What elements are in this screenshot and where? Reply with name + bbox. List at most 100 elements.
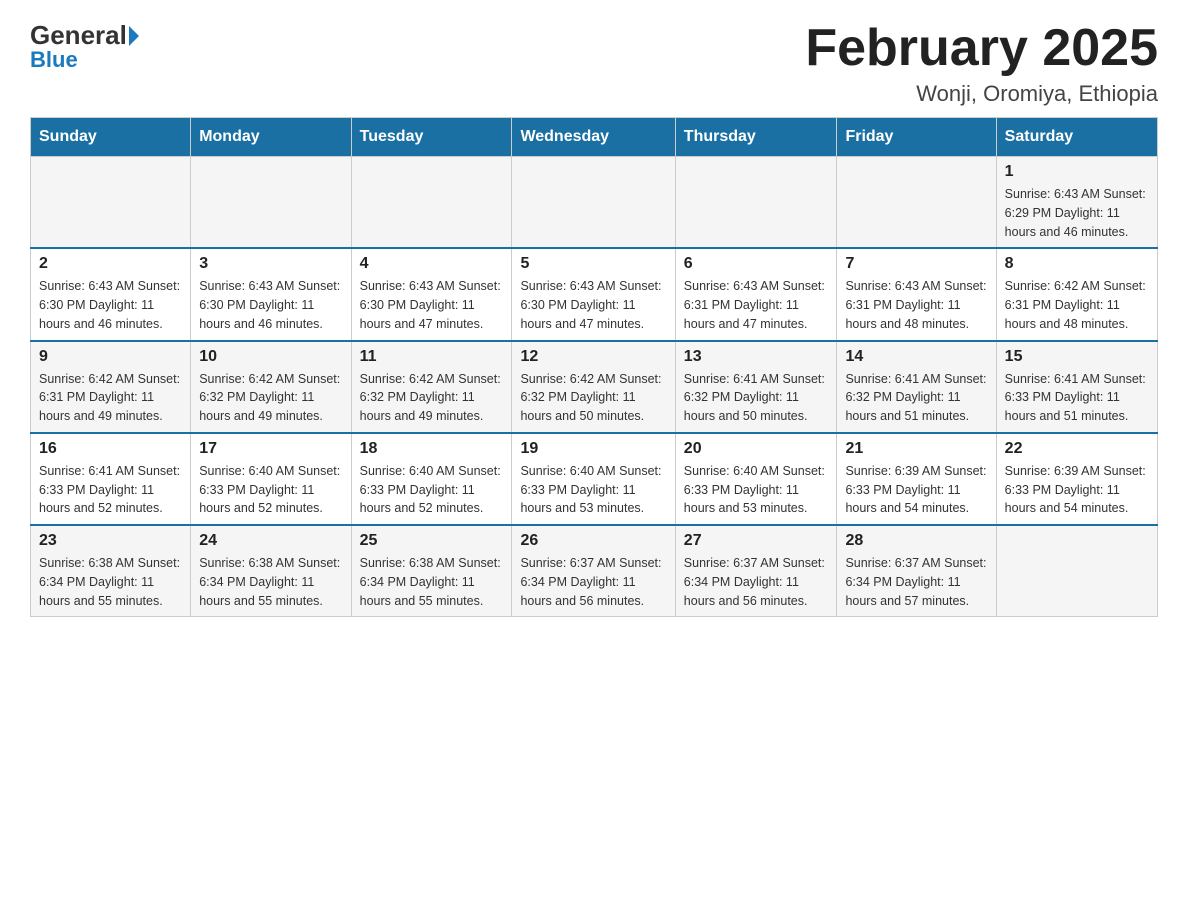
calendar-cell: 12Sunrise: 6:42 AM Sunset: 6:32 PM Dayli…: [512, 341, 675, 433]
day-info: Sunrise: 6:42 AM Sunset: 6:32 PM Dayligh…: [199, 370, 342, 426]
day-info: Sunrise: 6:40 AM Sunset: 6:33 PM Dayligh…: [360, 462, 504, 518]
day-info: Sunrise: 6:43 AM Sunset: 6:30 PM Dayligh…: [39, 277, 182, 333]
logo-arrow-icon: [129, 26, 139, 46]
calendar-cell: 23 Sunrise: 6:38 AM Sunset: 6:34 PM Dayli…: [31, 525, 191, 617]
page-header: General Blue February 2025 Wonji, Oromiy…: [30, 20, 1158, 107]
calendar-cell: 22 Sunrise: 6:39 AM Sunset: 6:33 PM Dayli…: [996, 433, 1157, 525]
title-block: February 2025 Wonji, Oromiya, Ethiopia: [805, 20, 1158, 107]
day-number: 4: [360, 255, 504, 273]
day-info: Sunrise: 6:37 AM Sunset: 6:34 PM Dayligh…: [684, 554, 829, 610]
day-number: 16: [39, 440, 182, 458]
day-number: 1: [1005, 163, 1149, 181]
calendar-header-sunday: Sunday: [31, 118, 191, 157]
calendar-cell: 7Sunrise: 6:43 AM Sunset: 6:31 PM Daylig…: [837, 248, 996, 340]
day-number: 19: [520, 440, 666, 458]
month-title: February 2025: [805, 20, 1158, 77]
calendar-header-saturday: Saturday: [996, 118, 1157, 157]
day-number: 25: [360, 532, 504, 550]
day-number: 28: [845, 532, 987, 550]
day-number: 17: [199, 440, 342, 458]
day-info: Sunrise: 6:40 AM Sunset: 6:33 PM Dayligh…: [520, 462, 666, 518]
day-info: Sunrise: 6:37 AM Sunset: 6:34 PM Dayligh…: [520, 554, 666, 610]
day-number: 24: [199, 532, 342, 550]
day-number: 6: [684, 255, 829, 273]
calendar-week-row: 2 Sunrise: 6:43 AM Sunset: 6:30 PM Daylig…: [31, 248, 1158, 340]
calendar-cell: 6 Sunrise: 6:43 AM Sunset: 6:31 PM Daylig…: [675, 248, 837, 340]
calendar-cell: 11Sunrise: 6:42 AM Sunset: 6:32 PM Dayli…: [351, 341, 512, 433]
calendar-cell: 28 Sunrise: 6:37 AM Sunset: 6:34 PM Dayli…: [837, 525, 996, 617]
calendar-week-row: 9 Sunrise: 6:42 AM Sunset: 6:31 PM Daylig…: [31, 341, 1158, 433]
calendar-header-wednesday: Wednesday: [512, 118, 675, 157]
calendar-cell: [512, 157, 675, 249]
calendar-cell: 20 Sunrise: 6:40 AM Sunset: 6:33 PM Dayli…: [675, 433, 837, 525]
calendar-cell: 25 Sunrise: 6:38 AM Sunset: 6:34 PM Dayli…: [351, 525, 512, 617]
calendar-header-friday: Friday: [837, 118, 996, 157]
day-info: Sunrise: 6:37 AM Sunset: 6:34 PM Dayligh…: [845, 554, 987, 610]
day-info: Sunrise: 6:43 AM Sunset: 6:29 PM Dayligh…: [1005, 185, 1149, 241]
day-number: 15: [1005, 348, 1149, 366]
day-info: Sunrise: 6:38 AM Sunset: 6:34 PM Dayligh…: [360, 554, 504, 610]
calendar-cell: [837, 157, 996, 249]
calendar-cell: [191, 157, 351, 249]
day-number: 14: [845, 348, 987, 366]
day-number: 13: [684, 348, 829, 366]
calendar-week-row: 1 Sunrise: 6:43 AM Sunset: 6:29 PM Daylig…: [31, 157, 1158, 249]
calendar-cell: 17 Sunrise: 6:40 AM Sunset: 6:33 PM Dayli…: [191, 433, 351, 525]
location-title: Wonji, Oromiya, Ethiopia: [805, 81, 1158, 107]
day-info: Sunrise: 6:43 AM Sunset: 6:30 PM Dayligh…: [360, 277, 504, 333]
day-info: Sunrise: 6:40 AM Sunset: 6:33 PM Dayligh…: [199, 462, 342, 518]
day-number: 23: [39, 532, 182, 550]
calendar-cell: 2 Sunrise: 6:43 AM Sunset: 6:30 PM Daylig…: [31, 248, 191, 340]
calendar-cell: 3Sunrise: 6:43 AM Sunset: 6:30 PM Daylig…: [191, 248, 351, 340]
calendar-cell: [351, 157, 512, 249]
calendar-header-row: SundayMondayTuesdayWednesdayThursdayFrid…: [31, 118, 1158, 157]
calendar-week-row: 23 Sunrise: 6:38 AM Sunset: 6:34 PM Dayli…: [31, 525, 1158, 617]
day-info: Sunrise: 6:38 AM Sunset: 6:34 PM Dayligh…: [199, 554, 342, 610]
day-info: Sunrise: 6:43 AM Sunset: 6:31 PM Dayligh…: [684, 277, 829, 333]
calendar-cell: 27 Sunrise: 6:37 AM Sunset: 6:34 PM Dayli…: [675, 525, 837, 617]
calendar-cell: 13Sunrise: 6:41 AM Sunset: 6:32 PM Dayli…: [675, 341, 837, 433]
calendar-cell: 15 Sunrise: 6:41 AM Sunset: 6:33 PM Dayli…: [996, 341, 1157, 433]
day-number: 12: [520, 348, 666, 366]
day-number: 2: [39, 255, 182, 273]
calendar-cell: 26 Sunrise: 6:37 AM Sunset: 6:34 PM Dayli…: [512, 525, 675, 617]
day-info: Sunrise: 6:42 AM Sunset: 6:31 PM Dayligh…: [39, 370, 182, 426]
day-info: Sunrise: 6:39 AM Sunset: 6:33 PM Dayligh…: [845, 462, 987, 518]
calendar-week-row: 16 Sunrise: 6:41 AM Sunset: 6:33 PM Dayli…: [31, 433, 1158, 525]
day-number: 9: [39, 348, 182, 366]
logo-blue: Blue: [30, 47, 78, 73]
calendar-cell: 24 Sunrise: 6:38 AM Sunset: 6:34 PM Dayli…: [191, 525, 351, 617]
day-number: 21: [845, 440, 987, 458]
day-number: 7: [845, 255, 987, 273]
calendar-cell: [675, 157, 837, 249]
day-info: Sunrise: 6:43 AM Sunset: 6:30 PM Dayligh…: [199, 277, 342, 333]
day-info: Sunrise: 6:41 AM Sunset: 6:33 PM Dayligh…: [1005, 370, 1149, 426]
day-info: Sunrise: 6:39 AM Sunset: 6:33 PM Dayligh…: [1005, 462, 1149, 518]
calendar-cell: 1 Sunrise: 6:43 AM Sunset: 6:29 PM Daylig…: [996, 157, 1157, 249]
day-number: 10: [199, 348, 342, 366]
day-number: 18: [360, 440, 504, 458]
day-number: 22: [1005, 440, 1149, 458]
day-number: 5: [520, 255, 666, 273]
day-number: 26: [520, 532, 666, 550]
day-info: Sunrise: 6:40 AM Sunset: 6:33 PM Dayligh…: [684, 462, 829, 518]
calendar-cell: 4 Sunrise: 6:43 AM Sunset: 6:30 PM Daylig…: [351, 248, 512, 340]
calendar-cell: 19 Sunrise: 6:40 AM Sunset: 6:33 PM Dayli…: [512, 433, 675, 525]
day-number: 27: [684, 532, 829, 550]
day-number: 20: [684, 440, 829, 458]
calendar-cell: 16 Sunrise: 6:41 AM Sunset: 6:33 PM Dayli…: [31, 433, 191, 525]
calendar-cell: 21 Sunrise: 6:39 AM Sunset: 6:33 PM Dayli…: [837, 433, 996, 525]
calendar-cell: 18 Sunrise: 6:40 AM Sunset: 6:33 PM Dayli…: [351, 433, 512, 525]
day-info: Sunrise: 6:42 AM Sunset: 6:31 PM Dayligh…: [1005, 277, 1149, 333]
calendar-header-monday: Monday: [191, 118, 351, 157]
day-info: Sunrise: 6:41 AM Sunset: 6:33 PM Dayligh…: [39, 462, 182, 518]
day-info: Sunrise: 6:38 AM Sunset: 6:34 PM Dayligh…: [39, 554, 182, 610]
calendar-cell: [31, 157, 191, 249]
day-info: Sunrise: 6:41 AM Sunset: 6:32 PM Dayligh…: [845, 370, 987, 426]
calendar-table: SundayMondayTuesdayWednesdayThursdayFrid…: [30, 117, 1158, 617]
day-number: 11: [360, 348, 504, 366]
day-number: 8: [1005, 255, 1149, 273]
logo: General Blue: [30, 20, 139, 73]
calendar-cell: 14 Sunrise: 6:41 AM Sunset: 6:32 PM Dayli…: [837, 341, 996, 433]
calendar-header-tuesday: Tuesday: [351, 118, 512, 157]
